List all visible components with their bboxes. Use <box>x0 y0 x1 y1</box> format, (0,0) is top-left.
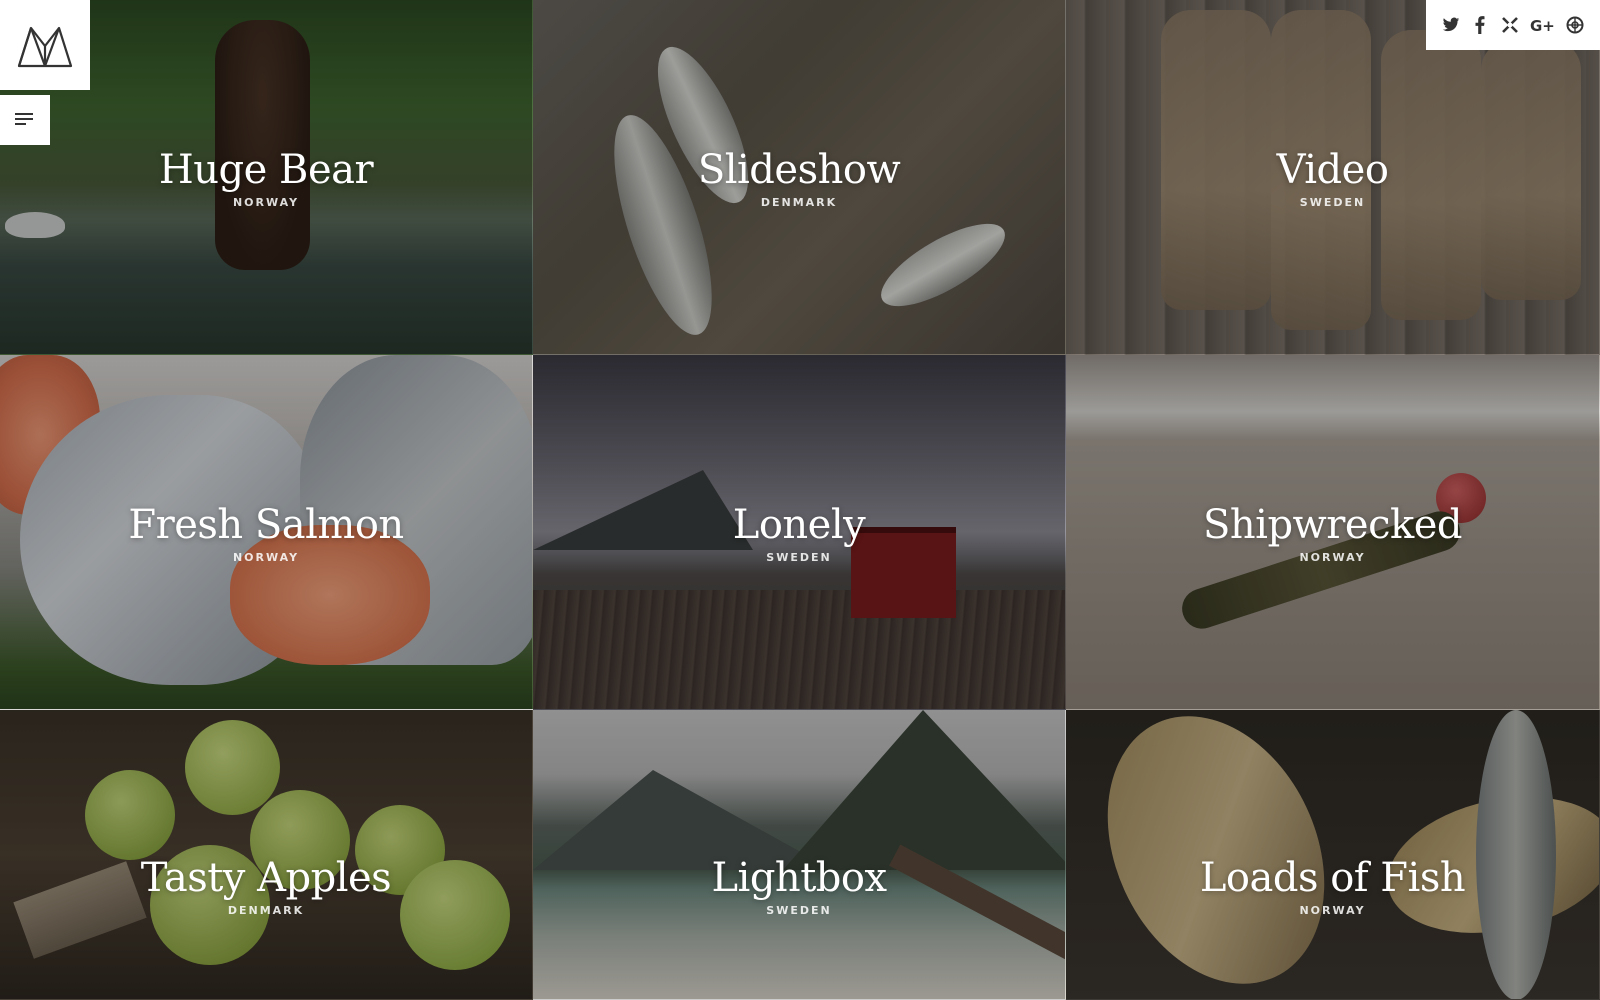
portfolio-tile-loads-of-fish[interactable]: Loads of Fish NORWAY <box>1066 710 1600 1000</box>
portfolio-tile-tasty-apples[interactable]: Tasty Apples DENMARK <box>0 710 533 1000</box>
tile-caption: Lightbox SWEDEN <box>533 856 1065 917</box>
portfolio-tile-fresh-salmon[interactable]: Fresh Salmon NORWAY <box>0 355 533 710</box>
tile-title: Fresh Salmon <box>128 502 404 548</box>
tile-caption: Video SWEDEN <box>1066 148 1599 209</box>
menu-button[interactable] <box>0 95 50 145</box>
tile-title: Lightbox <box>711 855 887 901</box>
tile-caption: Huge Bear NORWAY <box>0 148 532 209</box>
portfolio-tile-shipwrecked[interactable]: Shipwrecked NORWAY <box>1066 355 1600 710</box>
tile-title: Loads of Fish <box>1199 855 1466 901</box>
facebook-icon[interactable] <box>1469 14 1491 36</box>
mountain-logo-icon <box>17 26 73 68</box>
tile-caption: Tasty Apples DENMARK <box>0 856 532 917</box>
portfolio-tile-lightbox[interactable]: Lightbox SWEDEN <box>533 710 1066 1000</box>
google-plus-icon[interactable]: G+ <box>1529 14 1557 36</box>
tile-caption: Shipwrecked NORWAY <box>1066 503 1599 564</box>
tile-location: NORWAY <box>232 551 300 564</box>
tile-location: NORWAY <box>1299 551 1366 564</box>
site-logo[interactable] <box>0 0 90 90</box>
dribbble-icon[interactable] <box>1564 14 1586 36</box>
menu-icon <box>15 113 33 125</box>
twitter-icon[interactable] <box>1440 14 1462 36</box>
portfolio-tile-slideshow[interactable]: Slideshow DENMARK <box>533 0 1066 355</box>
svg-text:G+: G+ <box>1530 17 1555 33</box>
tile-location: SWEDEN <box>1299 196 1366 209</box>
tile-title: Lonely <box>732 502 866 548</box>
portfolio-tile-lonely[interactable]: Lonely SWEDEN <box>533 355 1066 710</box>
social-links: G+ <box>1426 0 1600 50</box>
portfolio-grid: Huge Bear NORWAY Slideshow DENMARK Video… <box>0 0 1600 1000</box>
tile-caption: Lonely SWEDEN <box>533 503 1065 564</box>
xing-icon[interactable] <box>1499 14 1521 36</box>
tile-title: Video <box>1276 147 1389 193</box>
tile-location: NORWAY <box>1299 904 1366 917</box>
tile-location: DENMARK <box>227 904 305 917</box>
tile-caption: Loads of Fish NORWAY <box>1066 856 1599 917</box>
tile-title: Tasty Apples <box>140 855 392 901</box>
tile-location: SWEDEN <box>766 551 832 564</box>
tile-location: SWEDEN <box>766 904 832 917</box>
tile-title: Shipwrecked <box>1202 502 1463 548</box>
tile-location: DENMARK <box>760 196 838 209</box>
tile-caption: Fresh Salmon NORWAY <box>0 503 532 564</box>
tile-location: NORWAY <box>232 196 300 209</box>
portfolio-tile-video[interactable]: Video SWEDEN <box>1066 0 1600 355</box>
tile-caption: Slideshow DENMARK <box>533 148 1065 209</box>
tile-title: Slideshow <box>697 147 901 193</box>
tile-title: Huge Bear <box>158 147 374 193</box>
